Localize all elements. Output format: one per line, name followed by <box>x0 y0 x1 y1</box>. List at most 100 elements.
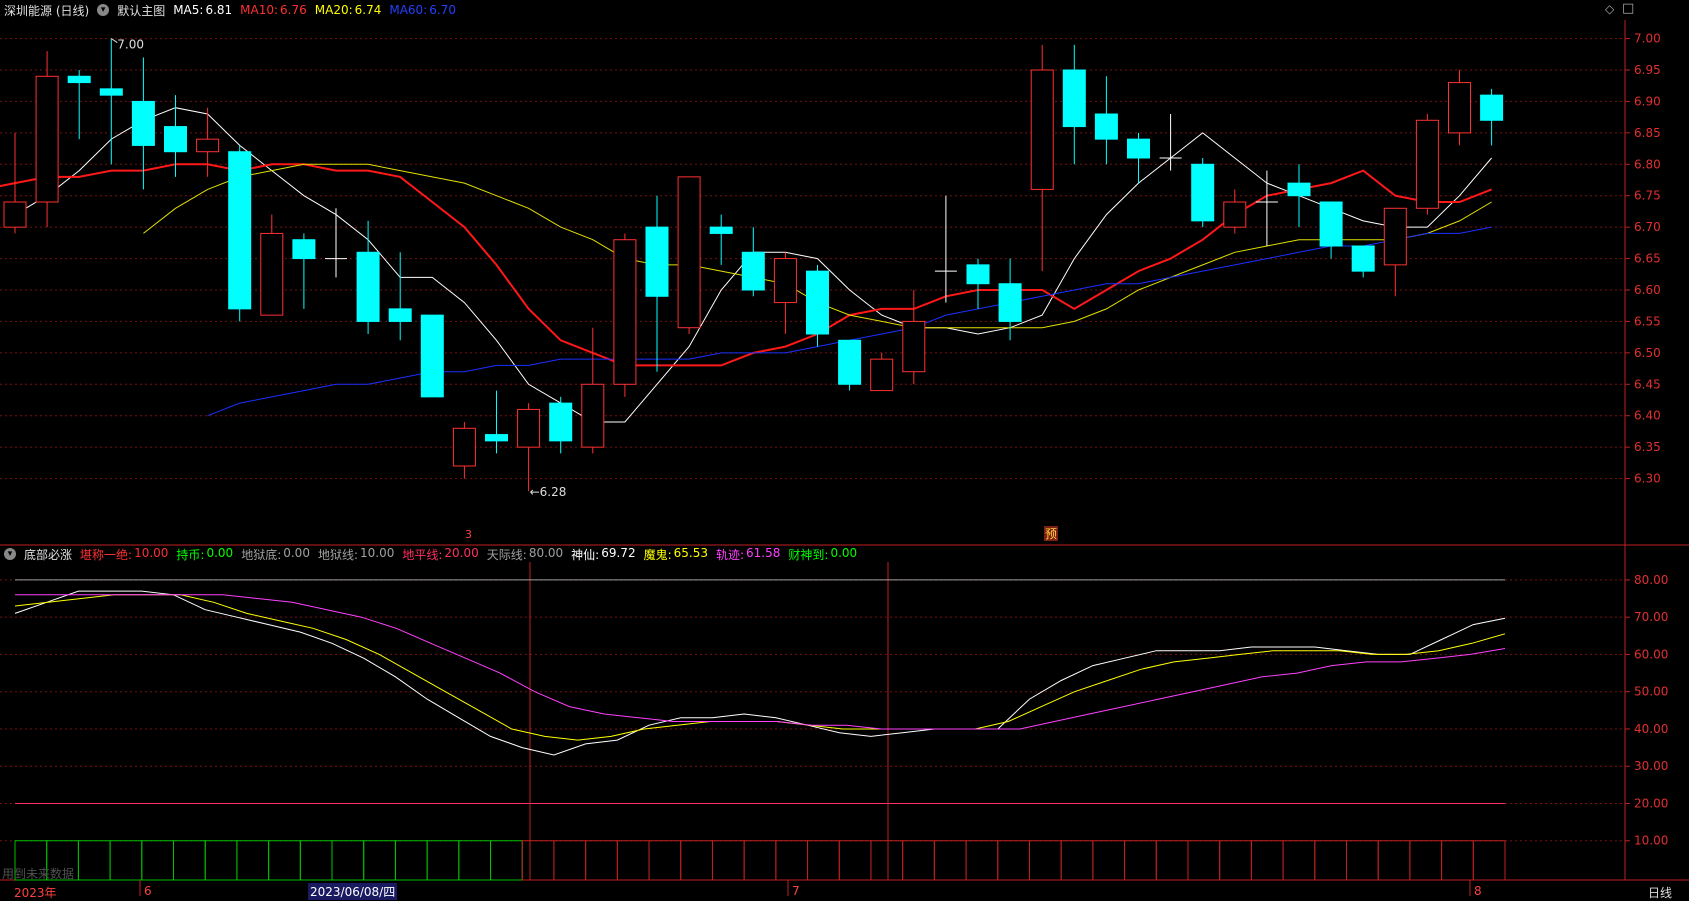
stock-name[interactable]: 深圳能源 (日线) <box>4 2 89 19</box>
price-tick-label: 6.85 <box>1634 126 1661 140</box>
ma60-label: MA60: <box>389 3 428 17</box>
candle <box>1287 164 1311 228</box>
indicator-tick-label: 70.00 <box>1634 610 1668 624</box>
candle <box>709 214 733 265</box>
candle-body <box>260 232 284 316</box>
candle <box>517 403 541 492</box>
indicator-tick-label: 10.00 <box>1634 834 1668 848</box>
candle <box>99 38 123 165</box>
indicator-bar <box>775 840 809 881</box>
price-axis: 7.00 6.95 6.90 6.85 6.80 6.75 6.70 6.65 6.60 6.55… <box>1625 32 1668 848</box>
candle <box>35 51 59 228</box>
ma20-value: 6.74 <box>354 3 382 17</box>
candle-body <box>645 226 669 297</box>
candle-body <box>131 100 155 146</box>
indicator-bar <box>1028 840 1062 881</box>
indicator-bar <box>173 840 206 881</box>
period-label[interactable]: 日线 <box>1648 884 1672 901</box>
indicator-item-label: 地狱线: <box>317 547 358 562</box>
indicator-bar <box>616 840 650 881</box>
candle <box>1191 158 1215 228</box>
dropdown-icon[interactable]: ▾ <box>97 4 110 16</box>
indicator-bar <box>553 840 587 881</box>
indicator-name[interactable]: 底部必涨 <box>24 546 72 563</box>
price-tick-label: 6.35 <box>1634 440 1661 454</box>
indicator-bar <box>965 840 999 881</box>
indicator-tick-label: 20.00 <box>1634 796 1668 810</box>
price-tick-label: 6.95 <box>1634 63 1661 77</box>
candle <box>1319 201 1343 259</box>
candle-body <box>870 358 894 392</box>
indicator-line-轨迹 <box>15 594 1506 730</box>
candle-body <box>677 176 701 329</box>
indicator-bar <box>1219 840 1252 881</box>
indicator-bar <box>521 840 555 881</box>
candle <box>838 339 862 391</box>
month-label: 7 <box>792 884 800 898</box>
candle <box>645 195 669 372</box>
indicator-bar <box>458 840 492 881</box>
indicator-tick-label: 60.00 <box>1634 647 1668 661</box>
candle-body <box>581 383 605 448</box>
low-marker-label: ←6.28 <box>530 485 567 499</box>
candle-body <box>164 126 187 153</box>
candle-body <box>196 138 220 153</box>
template-name[interactable]: 默认主图 <box>117 2 165 19</box>
close-icon[interactable]: □ <box>1622 1 1634 16</box>
candle <box>325 208 347 278</box>
month-label: 8 <box>1474 884 1482 898</box>
candle <box>934 195 957 303</box>
month-label: 6 <box>144 884 152 898</box>
price-tick-label: 6.40 <box>1634 409 1661 423</box>
indicator-item-label: 魔鬼: <box>643 547 672 562</box>
kline-chart[interactable]: 7.00 ←6.28 3 预 7.00 6.95 6.90 6.85 6.80 6.75 6.70… <box>0 0 1689 900</box>
indicator-bar <box>807 840 840 881</box>
indicator-line-魔鬼 <box>14 594 1506 741</box>
candle <box>741 227 765 297</box>
watermark: 用到未来数据 <box>2 867 75 881</box>
candle <box>870 352 894 392</box>
ma10-label: MA10: <box>240 3 279 17</box>
candle-body <box>452 427 476 467</box>
candle <box>228 145 252 322</box>
indicator-bar <box>1409 840 1443 881</box>
expand-icon[interactable]: ◇ <box>1605 2 1614 16</box>
candle-body <box>773 258 797 304</box>
candle-body <box>1287 182 1311 197</box>
candle <box>356 220 380 334</box>
candle-body <box>1030 69 1054 190</box>
candle-body <box>966 264 990 285</box>
ma5-value: 6.81 <box>205 3 233 17</box>
indicator-bar <box>711 840 745 881</box>
candle-body <box>356 251 380 322</box>
indicator-bar <box>109 840 143 881</box>
dropdown-icon[interactable]: ▾ <box>4 548 16 560</box>
indicator-bar <box>933 840 967 881</box>
candle-body <box>517 408 541 448</box>
indicator-item-value: 0.00 <box>830 545 858 560</box>
candle <box>773 252 797 334</box>
indicator-bar <box>585 840 618 881</box>
indicator-bar <box>204 840 238 881</box>
indicator-bar <box>426 840 460 881</box>
price-tick-label: 6.80 <box>1634 157 1661 171</box>
candle-body <box>1351 245 1375 272</box>
price-tick-label: 6.70 <box>1634 220 1661 234</box>
indicator-bar <box>1250 840 1284 881</box>
indicator-item-value: 61.58 <box>746 545 781 560</box>
indicator-item-value: 0.00 <box>206 545 234 560</box>
candle <box>452 422 476 479</box>
indicator-item-value: 0.00 <box>283 545 310 560</box>
price-tick-label: 7.00 <box>1634 32 1661 46</box>
ma5-label: MA5: <box>173 3 204 17</box>
candle-body <box>1127 138 1150 159</box>
indicator-bar <box>299 840 333 881</box>
candle <box>1094 76 1118 165</box>
signal-mark-left: 3 <box>465 528 472 541</box>
indicator-item-label: 财神到: <box>788 547 829 562</box>
indicator-bar <box>902 840 935 881</box>
indicator-bar <box>1345 840 1379 881</box>
candle-body <box>1223 201 1247 228</box>
indicator-lines <box>14 579 1506 881</box>
indicator-tick-label: 80.00 <box>1634 573 1668 587</box>
